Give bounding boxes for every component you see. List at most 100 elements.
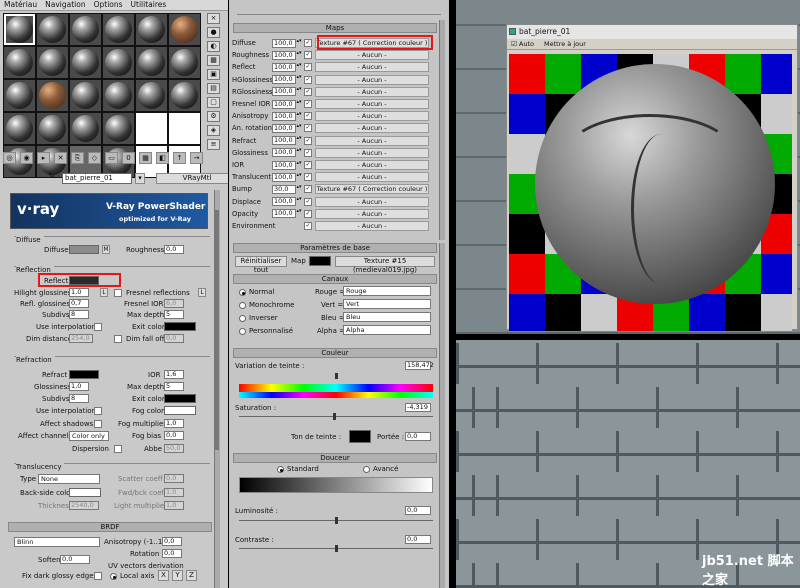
material-slot[interactable]: [136, 14, 167, 45]
material-slot[interactable]: [103, 14, 134, 45]
spinner-arrows-icon[interactable]: ▴▾: [296, 160, 302, 170]
refl-subdivs-input[interactable]: 8: [69, 310, 89, 319]
fwd-bck-coeff-input[interactable]: 1,0: [164, 488, 184, 497]
material-slot[interactable]: [37, 80, 68, 111]
map-amount-input[interactable]: 100,0: [272, 160, 296, 170]
go-parent-icon[interactable]: ↑: [173, 152, 186, 164]
map-slot-button[interactable]: - Aucun -: [315, 196, 429, 207]
select-by-material-icon[interactable]: ◈: [207, 125, 220, 136]
material-slot[interactable]: [70, 113, 101, 144]
map-color-swatch[interactable]: [309, 256, 331, 266]
brdf-type-dropdown[interactable]: Blinn: [14, 537, 100, 547]
spinner-arrows-icon[interactable]: ▴▾: [296, 197, 302, 206]
make-preview-icon[interactable]: ▢: [207, 97, 220, 108]
map-slot-button[interactable]: - Aucun -: [315, 172, 429, 183]
mode-invert-radio[interactable]: [239, 315, 246, 322]
spinner-arrows-icon[interactable]: ▴▾: [296, 50, 302, 60]
dim-distance-checkbox[interactable]: [114, 335, 122, 343]
effects-channel-icon[interactable]: 0: [122, 152, 135, 164]
ior-input[interactable]: 1,6: [164, 370, 184, 379]
update-button[interactable]: Mettre à jour: [544, 39, 586, 49]
menu-materiau[interactable]: Matériau: [4, 0, 37, 10]
material-slot[interactable]: [136, 80, 167, 111]
map-enable-checkbox[interactable]: ✓: [304, 112, 312, 121]
advanced-radio[interactable]: [363, 466, 370, 473]
material-slot[interactable]: [103, 47, 134, 78]
material-slot[interactable]: [4, 80, 35, 111]
map-amount-input[interactable]: 100,0: [272, 87, 296, 97]
map-amount-input[interactable]: 100,0: [272, 136, 296, 146]
backlight-icon[interactable]: ◐: [207, 41, 220, 52]
material-slot[interactable]: [169, 80, 200, 111]
saturation-slider[interactable]: [239, 416, 433, 417]
material-slot[interactable]: [169, 113, 200, 144]
map-enable-checkbox[interactable]: ✓: [304, 197, 312, 206]
map-slot-button[interactable]: - Aucun -: [315, 208, 429, 219]
background-icon[interactable]: ▦: [207, 55, 220, 66]
refl-max-depth-input[interactable]: 5: [164, 310, 184, 319]
refl-exit-color-swatch[interactable]: [164, 322, 196, 331]
map-enable-checkbox[interactable]: ✓: [304, 75, 312, 84]
close-icon[interactable]: ×: [207, 13, 220, 24]
assign-icon[interactable]: ▸: [37, 152, 50, 164]
alpha-channel-dropdown[interactable]: Alpha: [343, 325, 431, 335]
material-slot[interactable]: [136, 47, 167, 78]
map-amount-input[interactable]: 100,0: [272, 197, 296, 207]
scatter-coeff-input[interactable]: 0,0: [164, 474, 184, 483]
fresnel-ior-input[interactable]: 6,0: [164, 299, 184, 308]
spinner-arrows-icon[interactable]: ▴▾: [296, 209, 302, 218]
channels-header[interactable]: Canaux: [233, 274, 437, 284]
material-navigator-icon[interactable]: ≡: [207, 139, 220, 150]
material-name-field[interactable]: bat_pierre_01: [62, 172, 132, 184]
auto-toggle[interactable]: ☑ Auto: [511, 39, 534, 49]
color-header[interactable]: Couleur: [233, 348, 437, 358]
material-slot[interactable]: [103, 113, 134, 144]
map-enable-checkbox[interactable]: ✓: [304, 87, 312, 96]
contrast-slider-thumb[interactable]: [335, 545, 338, 552]
rotation-input[interactable]: 0,0: [162, 549, 182, 558]
map-amount-input[interactable]: 100,0: [272, 99, 296, 109]
material-slot[interactable]: [136, 113, 167, 144]
blue-channel-dropdown[interactable]: Bleu: [343, 312, 431, 322]
map-enable-checkbox[interactable]: ✓: [304, 209, 312, 218]
options-icon[interactable]: ⚙: [207, 111, 220, 122]
refract-color-swatch[interactable]: [69, 370, 99, 379]
soften-input[interactable]: 0,0: [60, 555, 90, 564]
anisotropy-input[interactable]: 0,0: [162, 537, 182, 546]
material-slot[interactable]: [169, 14, 200, 45]
portee-input[interactable]: 0,0: [405, 432, 431, 441]
fog-color-swatch[interactable]: [164, 406, 196, 415]
map-enable-checkbox[interactable]: ✓: [304, 222, 312, 230]
local-axis-radio[interactable]: [110, 573, 117, 580]
map-slot-button[interactable]: - Aucun -: [315, 160, 429, 170]
map-slot-button[interactable]: - Aucun -: [315, 50, 429, 61]
axis-x-button[interactable]: X: [158, 570, 169, 581]
tint-color-swatch[interactable]: [349, 430, 371, 443]
refr-glossiness-input[interactable]: 1,0: [69, 382, 89, 391]
fog-bias-input[interactable]: 0,0: [164, 431, 184, 440]
material-slot[interactable]: [70, 80, 101, 111]
fresnel-lock-button[interactable]: L: [198, 288, 206, 297]
reset-icon[interactable]: ✕: [54, 152, 67, 164]
map-slot-button[interactable]: - Aucun -: [315, 62, 429, 73]
spinner-arrows-icon[interactable]: ▴▾: [296, 87, 302, 96]
softness-header[interactable]: Douceur: [233, 453, 437, 463]
refr-use-interp-checkbox[interactable]: [94, 407, 102, 415]
roughness-input[interactable]: 0,0: [164, 245, 184, 254]
library-icon[interactable]: ▭: [105, 152, 118, 164]
spinner-arrows-icon[interactable]: ▴▾: [296, 38, 302, 48]
axis-z-button[interactable]: Z: [186, 570, 197, 581]
show-end-icon[interactable]: ◧: [156, 152, 169, 164]
material-slot[interactable]: [103, 80, 134, 111]
map-enable-checkbox[interactable]: ✓: [304, 185, 312, 194]
affect-channels-dropdown[interactable]: Color only: [69, 431, 109, 441]
refl-use-interp-checkbox[interactable]: [94, 323, 102, 331]
map-enable-checkbox[interactable]: ✓: [304, 173, 312, 182]
map-slot-button[interactable]: - Aucun -: [315, 111, 429, 122]
map-slot-button[interactable]: - Aucun -: [315, 147, 429, 158]
map-enable-checkbox[interactable]: ✓: [304, 63, 312, 72]
get-material-icon[interactable]: ◎: [3, 152, 16, 164]
maps-scrollbar[interactable]: [439, 20, 445, 240]
material-slot[interactable]: [4, 47, 35, 78]
map-enable-checkbox[interactable]: ✓: [304, 39, 312, 47]
